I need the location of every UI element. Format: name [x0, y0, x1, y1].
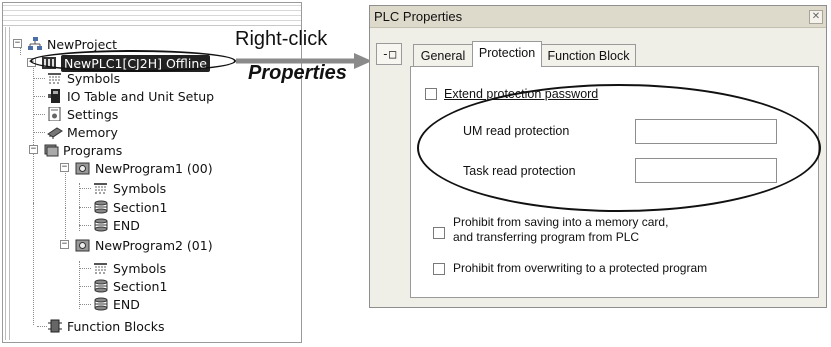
program-icon [75, 238, 91, 252]
tree-label-program1: NewProgram1 (00) [95, 160, 213, 176]
tree-label-program2-end: END [113, 296, 140, 312]
tree-label-io-table: IO Table and Unit Setup [67, 88, 215, 104]
programs-collapse-toggle[interactable]: − [29, 145, 38, 154]
tree-item-program1[interactable]: NewProgram1 (00) [75, 159, 213, 177]
program-icon [75, 161, 91, 175]
settings-icon [47, 106, 63, 122]
extend-password-label: Extend protection password [444, 87, 599, 101]
tree-item-symbols[interactable]: Symbols [47, 69, 120, 87]
tree-item-program2[interactable]: NewProgram2 (01) [75, 236, 213, 254]
pin-icon[interactable]: -□ [376, 43, 402, 65]
tab-protection[interactable]: Protection [472, 41, 542, 67]
tree-item-function-blocks[interactable]: Function Blocks [47, 317, 164, 335]
tree-item-programs[interactable]: Programs [43, 141, 122, 159]
tree-label-memory: Memory [67, 124, 118, 140]
tree-item-program2-symbols[interactable]: Symbols [93, 259, 166, 277]
plc-properties-dialog: PLC Properties ✕ -□ General Protection F… [369, 5, 827, 308]
protection-tab-panel: Extend protection password UM read prote… [410, 66, 819, 298]
tree-item-program1-end[interactable]: END [93, 216, 140, 234]
programs-icon [43, 143, 59, 157]
dialog-title: PLC Properties [370, 6, 826, 28]
tree-item-program2-section[interactable]: Section1 [93, 277, 167, 295]
um-read-input[interactable] [635, 119, 777, 144]
prohibit-saving-label-line2: and transferring program from PLC [453, 230, 640, 244]
prohibit-overwrite-checkbox[interactable] [433, 263, 445, 275]
tree-item-project[interactable]: NewProject [27, 35, 117, 53]
tab-general[interactable]: General [413, 44, 473, 66]
tree-label-symbols: Symbols [67, 70, 121, 86]
tree-label-programs: Programs [63, 142, 123, 158]
close-icon[interactable]: ✕ [809, 10, 823, 24]
symbols-icon [93, 181, 109, 195]
tree-label-settings: Settings [67, 106, 119, 122]
memory-icon [47, 125, 63, 139]
symbols-icon [47, 71, 63, 85]
tree-item-settings[interactable]: Settings [47, 105, 118, 123]
prohibit-overwrite-label: Prohibit from overwriting to a protected… [453, 261, 708, 275]
um-read-label: UM read protection [463, 124, 570, 138]
project-collapse-toggle[interactable]: − [13, 39, 22, 48]
task-read-label: Task read protection [463, 164, 576, 178]
section-icon [93, 218, 109, 232]
task-read-input[interactable] [635, 158, 777, 183]
callout-properties: Properties [248, 62, 347, 84]
tab-function-block[interactable]: Function Block [541, 44, 636, 66]
tree-label-program2: NewProgram2 (01) [95, 237, 213, 253]
callout-right-click: Right-click [235, 28, 328, 50]
tree-item-program1-symbols[interactable]: Symbols [93, 179, 166, 197]
project-icon [27, 37, 43, 51]
tree-label-program1-section: Section1 [113, 199, 168, 215]
panel-toolbar [3, 3, 301, 26]
tree-label-program1-symbols: Symbols [113, 180, 167, 196]
tree-item-program2-end[interactable]: END [93, 295, 140, 313]
tree-label-project: NewProject [47, 36, 118, 52]
function-blocks-icon [47, 319, 63, 333]
program1-collapse-toggle[interactable]: − [60, 163, 69, 172]
tree-label-program2-symbols: Symbols [113, 260, 167, 276]
tree-label-function-blocks: Function Blocks [67, 318, 165, 334]
plc-collapse-toggle[interactable]: − [27, 58, 36, 67]
tree-label-program2-section: Section1 [113, 278, 168, 294]
section-icon [93, 297, 109, 311]
extend-password-checkbox[interactable] [425, 88, 437, 100]
section-icon [93, 279, 109, 293]
tree-item-memory[interactable]: Memory [47, 123, 118, 141]
tree-label-program1-end: END [113, 217, 140, 233]
tree-item-program1-section[interactable]: Section1 [93, 198, 167, 216]
section-icon [93, 200, 109, 214]
program2-collapse-toggle[interactable]: − [60, 240, 69, 249]
symbols-icon [93, 261, 109, 275]
prohibit-saving-label-line1: Prohibit from saving into a memory card, [453, 215, 669, 229]
io-table-icon [47, 89, 63, 103]
plc-icon [41, 56, 57, 70]
tree-item-io-table[interactable]: IO Table and Unit Setup [47, 87, 214, 105]
project-tree-panel: − NewProject − NewPLC1[CJ2H] Offline Sym… [2, 2, 302, 343]
panel-scroll-edge [5, 27, 10, 340]
prohibit-saving-checkbox[interactable] [433, 227, 445, 239]
